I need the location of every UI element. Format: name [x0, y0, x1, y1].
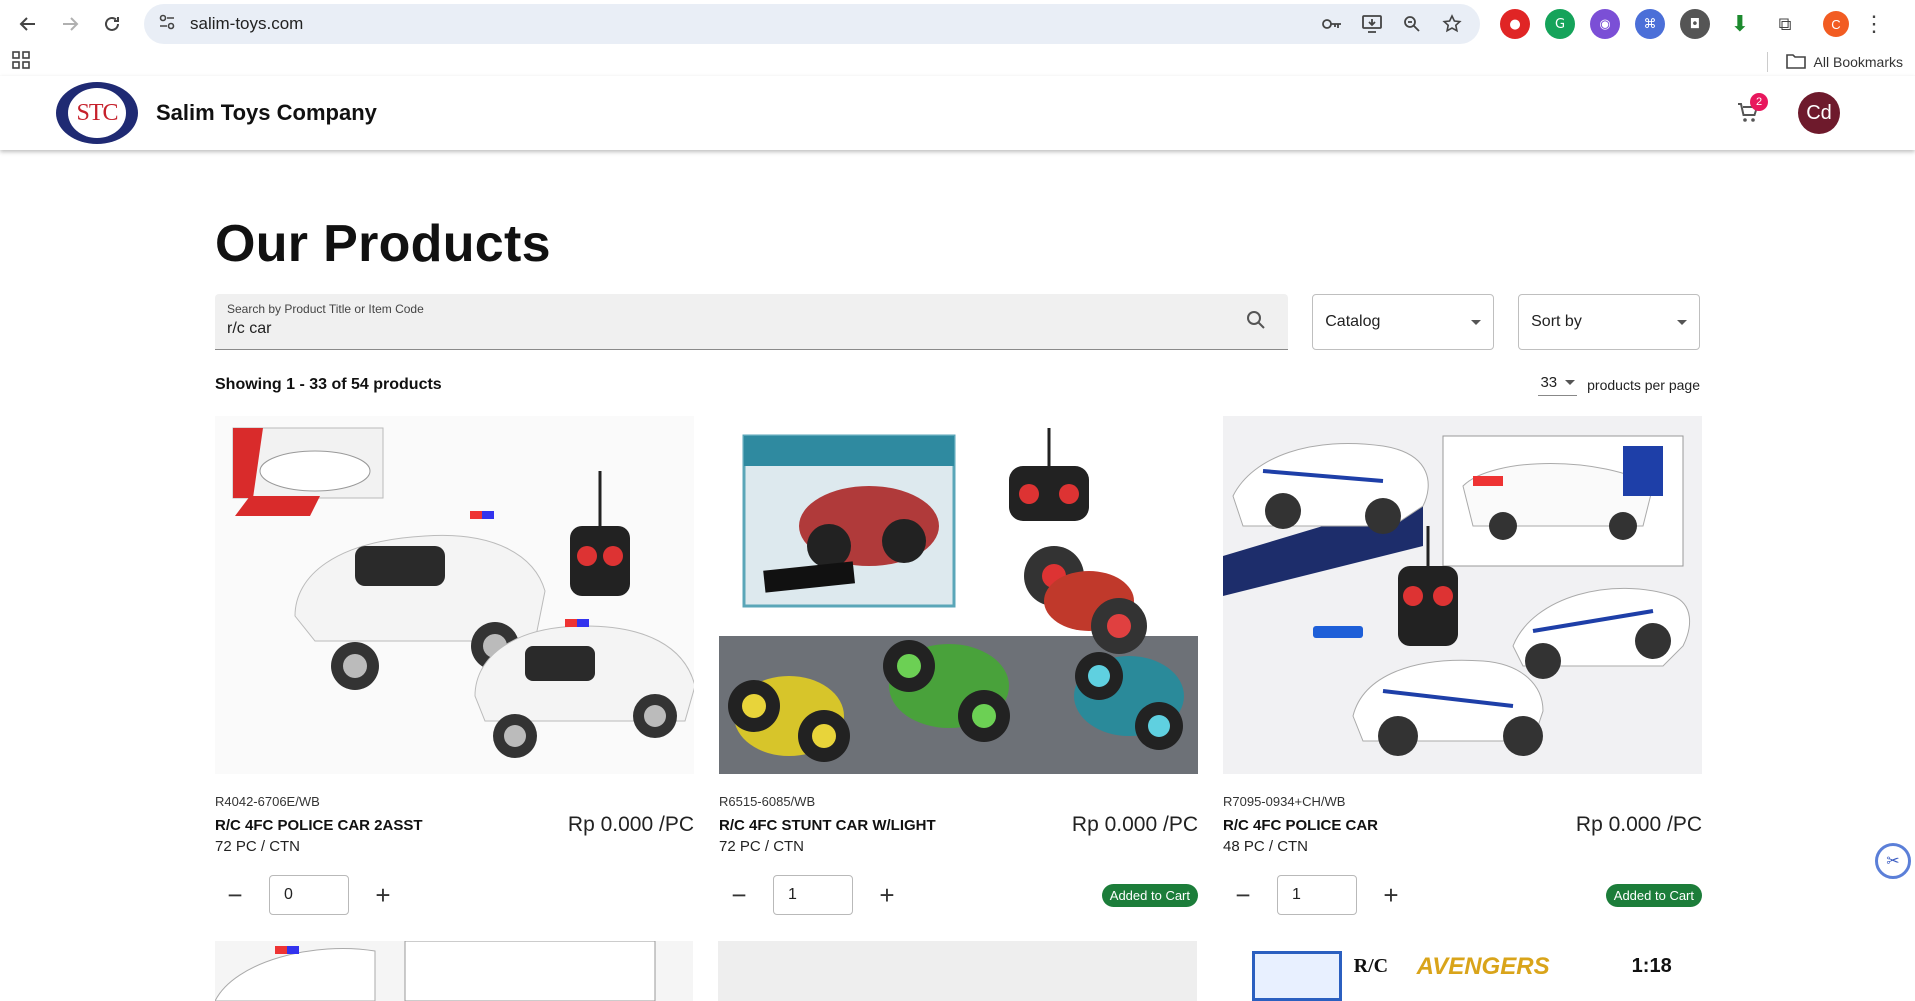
search-label: Search by Product Title or Item Code [227, 302, 424, 316]
search-input[interactable]: Search by Product Title or Item Code r/c… [215, 294, 1289, 350]
product-image[interactable] [719, 416, 1198, 774]
address-bar[interactable]: salim-toys.com [144, 4, 1480, 44]
product-card: R7095-0934+CH/WB R/C 4FC POLICE CAR 48 P… [1223, 416, 1702, 915]
product-image[interactable] [215, 416, 694, 774]
quantity-stepper: − 1 + [719, 875, 907, 915]
quantity-input[interactable]: 0 [269, 875, 349, 915]
box-label: AVENGERS [1416, 953, 1550, 980]
results-count: Showing 1 - 33 of 54 products [215, 376, 442, 393]
main-content: Our Products Search by Product Title or … [215, 200, 1702, 1001]
product-grid: R4042-6706E/WB R/C 4FC POLICE CAR 2ASST … [215, 416, 1702, 915]
product-price: Rp 0.000 /PC [1071, 813, 1198, 836]
forward-icon[interactable] [52, 6, 88, 42]
search-icon[interactable] [1246, 310, 1266, 335]
decrement-button[interactable]: − [215, 875, 255, 915]
product-name[interactable]: R/C 4FC POLICE CAR 2ASST [215, 817, 423, 834]
per-page-label: products per page [1587, 377, 1700, 393]
quantity-input[interactable]: 1 [773, 875, 853, 915]
back-icon[interactable] [10, 6, 46, 42]
box-label: R/C [1353, 955, 1389, 977]
product-box-art [1251, 951, 1342, 1001]
product-image[interactable] [215, 941, 694, 1001]
catalog-select-label: Catalog [1325, 313, 1381, 330]
brand-name[interactable]: Salim Toys Company [156, 100, 377, 126]
adblock-extension-icon[interactable]: ● [1500, 9, 1530, 39]
product-card: R4042-6706E/WB R/C 4FC POLICE CAR 2ASST … [215, 416, 694, 915]
increment-button[interactable]: + [1371, 875, 1411, 915]
install-app-icon[interactable] [1358, 10, 1386, 38]
product-grid-row-2: R/C AVENGERS 1:18 [215, 941, 1700, 1001]
product-image-placeholder[interactable] [718, 941, 1197, 1001]
product-card: R6515-6085/WB R/C 4FC STUNT CAR W/LIGHT … [719, 416, 1198, 915]
extensions-puzzle-icon[interactable]: ⧉ [1770, 9, 1800, 39]
colorpicker-extension-icon[interactable]: ◉ [1590, 9, 1620, 39]
product-pack: 48 PC / CTN [1223, 838, 1309, 855]
product-image[interactable] [1223, 416, 1702, 774]
added-to-cart-badge: Added to Cart [1605, 883, 1702, 907]
logo-text: STC [68, 88, 126, 138]
zoom-icon[interactable] [1398, 10, 1426, 38]
bookmarks-bar: All Bookmarks [0, 48, 1915, 76]
product-name[interactable]: R/C 4FC STUNT CAR W/LIGHT [719, 817, 936, 834]
chevron-down-icon [1471, 319, 1482, 325]
sort-select[interactable]: Sort by [1518, 294, 1701, 350]
search-value[interactable]: r/c car [227, 320, 1276, 338]
chevron-down-icon [1677, 319, 1688, 325]
grammarly-extension-icon[interactable]: G [1545, 9, 1575, 39]
reload-icon[interactable] [94, 6, 130, 42]
product-price: Rp 0.000 /PC [1575, 813, 1702, 836]
company-logo[interactable]: STC [56, 82, 138, 144]
cart-count-badge: 2 [1750, 93, 1768, 111]
apps-grid-icon[interactable] [12, 50, 30, 74]
increment-button[interactable]: + [867, 875, 907, 915]
filters-bar: Search by Product Title or Item Code r/c… [215, 294, 1701, 350]
increment-button[interactable]: + [363, 875, 403, 915]
quantity-stepper: − 1 + [1223, 875, 1411, 915]
quantity-stepper: − 0 + [215, 875, 403, 915]
per-page-value: 33 [1540, 374, 1558, 391]
password-key-icon[interactable] [1318, 10, 1346, 38]
cart-button[interactable]: 2 [1728, 93, 1768, 133]
floating-scissors-icon[interactable]: ✂ [1875, 843, 1911, 879]
product-code: R4042-6706E/WB [215, 794, 320, 809]
product-code: R6515-6085/WB [719, 794, 816, 809]
sort-select-label: Sort by [1531, 313, 1582, 330]
translate-extension-icon[interactable]: ⌘ [1635, 9, 1665, 39]
user-avatar[interactable]: Cd [1798, 92, 1840, 134]
quantity-input[interactable]: 1 [1277, 875, 1357, 915]
browser-toolbar: salim-toys.com ● G ◉ ⌘ ◘ ⬇ ⧉ C ⋮ [0, 0, 1915, 48]
page-title: Our Products [215, 215, 551, 273]
box-label: 1:18 [1631, 955, 1672, 977]
decrement-button[interactable]: − [1223, 875, 1263, 915]
brand[interactable]: STC Salim Toys Company [56, 82, 377, 144]
all-bookmarks-link[interactable]: All Bookmarks [1814, 54, 1903, 70]
bookmarks-divider [1766, 52, 1768, 72]
browser-menu-icon[interactable]: ⋮ [1863, 11, 1885, 37]
product-name[interactable]: R/C 4FC POLICE CAR [1223, 817, 1378, 834]
chevron-down-icon [1565, 380, 1576, 385]
browser-profile-avatar[interactable]: C [1823, 11, 1849, 37]
folder-icon [1785, 53, 1806, 72]
download-extension-icon[interactable]: ⬇ [1725, 9, 1755, 39]
product-pack: 72 PC / CTN [719, 838, 805, 855]
product-code: R7095-0934+CH/WB [1223, 794, 1346, 809]
bookmark-star-icon[interactable] [1438, 10, 1466, 38]
added-to-cart-badge: Added to Cart [1101, 883, 1198, 907]
product-image[interactable]: R/C AVENGERS 1:18 [1221, 941, 1700, 1001]
decrement-button[interactable]: − [719, 875, 759, 915]
url-text[interactable]: salim-toys.com [190, 14, 1306, 34]
per-page-control: 33 products per page [1538, 374, 1700, 396]
per-page-select[interactable]: 33 [1538, 374, 1578, 396]
product-price: Rp 0.000 /PC [567, 813, 694, 836]
product-pack: 72 PC / CTN [215, 838, 301, 855]
catalog-select[interactable]: Catalog [1312, 294, 1495, 350]
site-settings-icon[interactable] [158, 13, 176, 36]
bot-extension-icon[interactable]: ◘ [1680, 9, 1710, 39]
site-header: STC Salim Toys Company 2 Cd [0, 76, 1915, 150]
